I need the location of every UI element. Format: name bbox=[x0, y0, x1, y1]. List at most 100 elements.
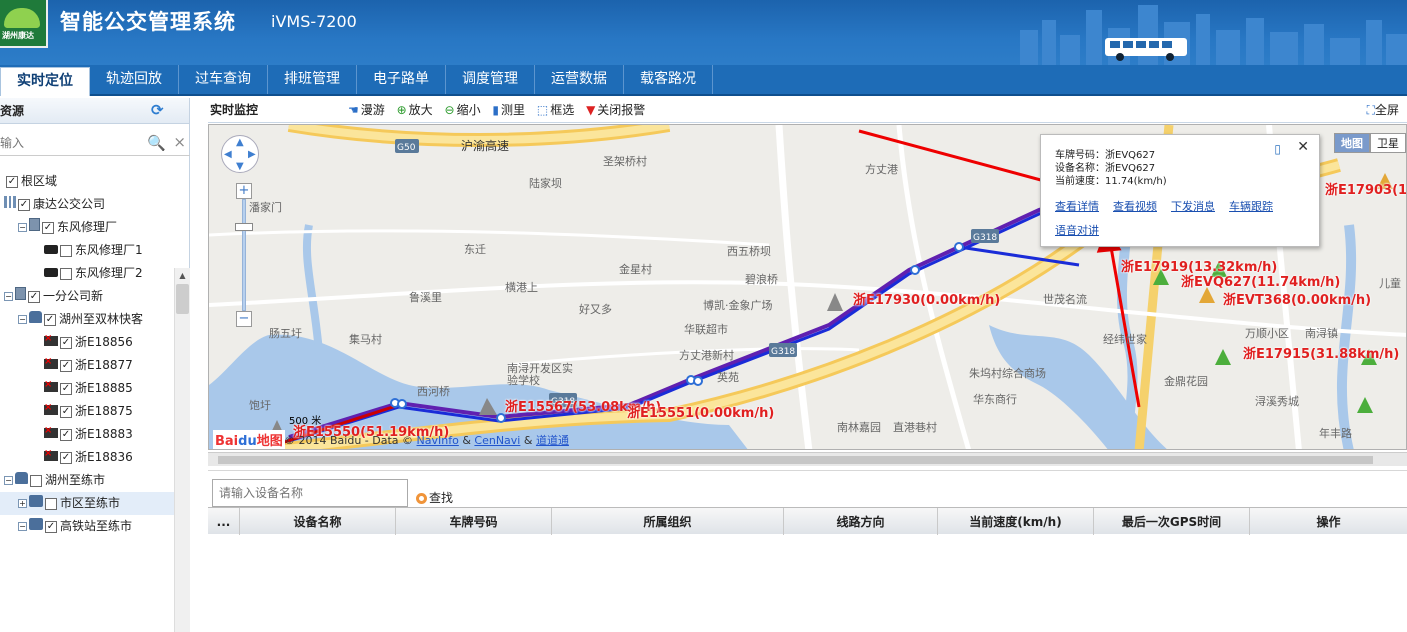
voice-talk-link[interactable]: 语音对讲 bbox=[1055, 224, 1319, 237]
vehicle-label[interactable]: 浙E17930(0.00km/h) bbox=[853, 289, 1000, 308]
tab-passenger-traffic[interactable]: 载客路况 bbox=[624, 65, 713, 94]
tab-e-waybill[interactable]: 电子路单 bbox=[357, 65, 446, 94]
tree-checkbox[interactable]: ✓ bbox=[6, 175, 18, 188]
map-type-satellite[interactable]: 卫星 bbox=[1370, 133, 1406, 153]
tree-checkbox[interactable]: ✓ bbox=[42, 221, 54, 234]
tree-node[interactable]: × ✓ 浙E18883 bbox=[0, 423, 174, 446]
vehicle-offline-icon: × bbox=[44, 377, 58, 400]
tab-pass-query[interactable]: 过车查询 bbox=[179, 65, 268, 94]
hscroll-thumb[interactable] bbox=[218, 456, 1373, 464]
fullscreen-button[interactable]: ⛶全屏 bbox=[1367, 98, 1399, 123]
zoom-slider[interactable]: + − bbox=[235, 183, 253, 333]
tree-node[interactable]: 东风修理厂1 bbox=[0, 239, 174, 262]
scroll-up-icon[interactable]: ▲ bbox=[175, 268, 190, 284]
collapse-icon[interactable]: − bbox=[4, 476, 13, 485]
tree-node[interactable]: − ✓ 高铁站至练市 bbox=[0, 515, 174, 538]
device-search-bar: 查找 bbox=[208, 470, 1407, 507]
scroll-thumb[interactable] bbox=[176, 284, 189, 314]
box-select-tool[interactable]: ⬚ 框选 bbox=[537, 98, 574, 123]
tree-node[interactable]: − ✓ 东风修理厂 bbox=[0, 216, 174, 239]
tree-checkbox[interactable]: ✓ bbox=[60, 382, 72, 395]
search-icon[interactable]: 🔍 bbox=[147, 134, 166, 152]
tree-node[interactable]: ✓ 康达公交公司 bbox=[0, 193, 174, 216]
send-message-link[interactable]: 下发消息 bbox=[1171, 200, 1215, 213]
vehicle-label[interactable]: 浙E17915(31.88km/h) bbox=[1243, 343, 1399, 362]
column-gps-time[interactable]: 最后一次GPS时间 bbox=[1094, 508, 1250, 535]
tree-node[interactable]: − 湖州至练市 bbox=[0, 469, 174, 492]
cennavi-link[interactable]: CenNavi bbox=[474, 434, 520, 447]
pan-tool[interactable]: ☚ 漫游 bbox=[348, 98, 385, 123]
tree-node[interactable]: 东风修理厂2 bbox=[0, 262, 174, 285]
collapse-icon[interactable]: − bbox=[18, 315, 27, 324]
resource-search-input[interactable] bbox=[0, 132, 140, 154]
tree-checkbox[interactable]: ✓ bbox=[44, 313, 56, 326]
column-route-direction[interactable]: 线路方向 bbox=[784, 508, 938, 535]
tree-checkbox[interactable]: ✓ bbox=[45, 520, 57, 533]
tree-checkbox[interactable]: ✓ bbox=[60, 336, 72, 349]
map-view[interactable]: G50 G318 G318 G318 沪渝高速 圣架桥村 陆家坝 潘家门 东迁 … bbox=[208, 124, 1407, 450]
tab-schedule[interactable]: 排班管理 bbox=[268, 65, 357, 94]
tree-node[interactable]: ✓ 根区域 bbox=[0, 170, 174, 193]
column-action[interactable]: 操作 bbox=[1250, 508, 1407, 535]
column-device-name[interactable]: 设备名称 bbox=[240, 508, 396, 535]
collapse-icon[interactable]: + bbox=[18, 499, 27, 508]
collapse-icon[interactable]: − bbox=[4, 292, 13, 301]
tree-checkbox[interactable] bbox=[60, 244, 72, 257]
vehicle-label[interactable]: 浙E17903(13.32km/h) bbox=[1325, 179, 1406, 198]
tab-realtime[interactable]: 实时定位 bbox=[0, 67, 90, 96]
zoom-minus-button[interactable]: − bbox=[236, 311, 252, 327]
tree-checkbox[interactable]: ✓ bbox=[60, 405, 72, 418]
place-label: 饱圩 bbox=[249, 399, 271, 412]
view-details-link[interactable]: 查看详情 bbox=[1055, 200, 1099, 213]
collapse-icon[interactable]: − bbox=[18, 223, 27, 232]
column-more[interactable]: ... bbox=[208, 508, 240, 535]
zoom-in-tool[interactable]: ⊕ 放大 bbox=[397, 98, 433, 123]
tree-checkbox[interactable]: ✓ bbox=[18, 198, 30, 211]
map-type-map[interactable]: 地图 bbox=[1334, 133, 1370, 153]
pan-control[interactable]: ▲ ▼ ◀ ▶ bbox=[221, 135, 259, 173]
zoom-out-tool[interactable]: ⊖ 缩小 bbox=[445, 98, 481, 123]
tree-checkbox[interactable]: ✓ bbox=[60, 359, 72, 372]
tree-node[interactable]: × ✓ 浙E18856 bbox=[0, 331, 174, 354]
alarm-off-tool[interactable]: ▼ 关闭报警 bbox=[586, 98, 645, 123]
view-video-link[interactable]: 查看视频 bbox=[1113, 200, 1157, 213]
column-organization[interactable]: 所属组织 bbox=[552, 508, 784, 535]
column-plate[interactable]: 车牌号码 bbox=[396, 508, 552, 535]
zoom-handle[interactable] bbox=[235, 223, 253, 231]
vehicle-label[interactable]: 浙EVT368(0.00km/h) bbox=[1223, 289, 1371, 308]
zoom-plus-button[interactable]: + bbox=[236, 183, 252, 199]
tree-checkbox[interactable]: ✓ bbox=[60, 428, 72, 441]
daodaotong-link[interactable]: 道道通 bbox=[536, 434, 569, 447]
tree-node[interactable]: × ✓ 浙E18877 bbox=[0, 354, 174, 377]
tree-node[interactable]: × ✓ 浙E18885 bbox=[0, 377, 174, 400]
tab-dispatch[interactable]: 调度管理 bbox=[446, 65, 535, 94]
device-name-input[interactable] bbox=[212, 479, 408, 507]
vehicle-label[interactable]: 浙E15551(0.00km/h) bbox=[627, 402, 774, 421]
tree-node[interactable]: − ✓ 一分公司新 bbox=[0, 285, 174, 308]
column-speed[interactable]: 当前速度(km/h) bbox=[938, 508, 1094, 535]
track-vehicle-link[interactable]: 车辆跟踪 bbox=[1229, 200, 1273, 213]
tree-checkbox[interactable]: ✓ bbox=[60, 451, 72, 464]
vehicle-label[interactable]: 浙E17919(13.32km/h) bbox=[1121, 256, 1277, 275]
tab-track-playback[interactable]: 轨迹回放 bbox=[90, 65, 179, 94]
monitor-toolbar: 实时监控 ☚ 漫游 ⊕ 放大 ⊖ 缩小 ▮ 测里 ⬚ 框选 ▼ 关闭报警 ⛶全屏 bbox=[208, 98, 1407, 123]
phone-icon[interactable]: ▯ bbox=[1274, 143, 1281, 156]
collapse-icon[interactable]: − bbox=[18, 522, 27, 531]
tree-scrollbar[interactable]: ▲ bbox=[174, 268, 190, 632]
clear-icon[interactable]: × bbox=[173, 133, 186, 151]
tree-node[interactable]: + 市区至练市 bbox=[0, 492, 174, 515]
refresh-icon[interactable]: ⟳ bbox=[151, 102, 167, 118]
close-icon[interactable]: ✕ bbox=[1297, 140, 1309, 154]
tree-node[interactable]: × ✓ 浙E18875 bbox=[0, 400, 174, 423]
tree-node[interactable]: × ✓ 浙E18836 bbox=[0, 446, 174, 469]
map-horizontal-scrollbar[interactable] bbox=[208, 452, 1407, 466]
tree-checkbox[interactable] bbox=[60, 267, 72, 280]
tree-checkbox[interactable] bbox=[30, 474, 42, 487]
find-button[interactable]: 查找 bbox=[416, 489, 453, 506]
measure-tool[interactable]: ▮ 测里 bbox=[492, 98, 525, 123]
tree-checkbox[interactable]: ✓ bbox=[28, 290, 40, 303]
navinfo-link[interactable]: NavInfo bbox=[417, 434, 459, 447]
tree-checkbox[interactable] bbox=[45, 497, 57, 510]
tree-node[interactable]: − ✓ 湖州至双林快客 bbox=[0, 308, 174, 331]
tab-operation-data[interactable]: 运营数据 bbox=[535, 65, 624, 94]
